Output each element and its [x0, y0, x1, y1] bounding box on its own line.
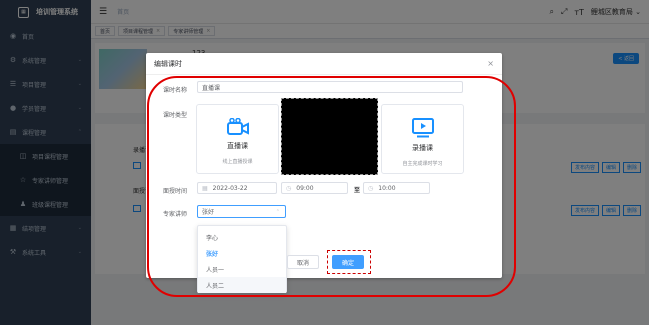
close-icon[interactable]: × [487, 59, 494, 68]
annotation-outline [147, 76, 516, 297]
dialog-title: 编辑课时 [146, 53, 502, 75]
